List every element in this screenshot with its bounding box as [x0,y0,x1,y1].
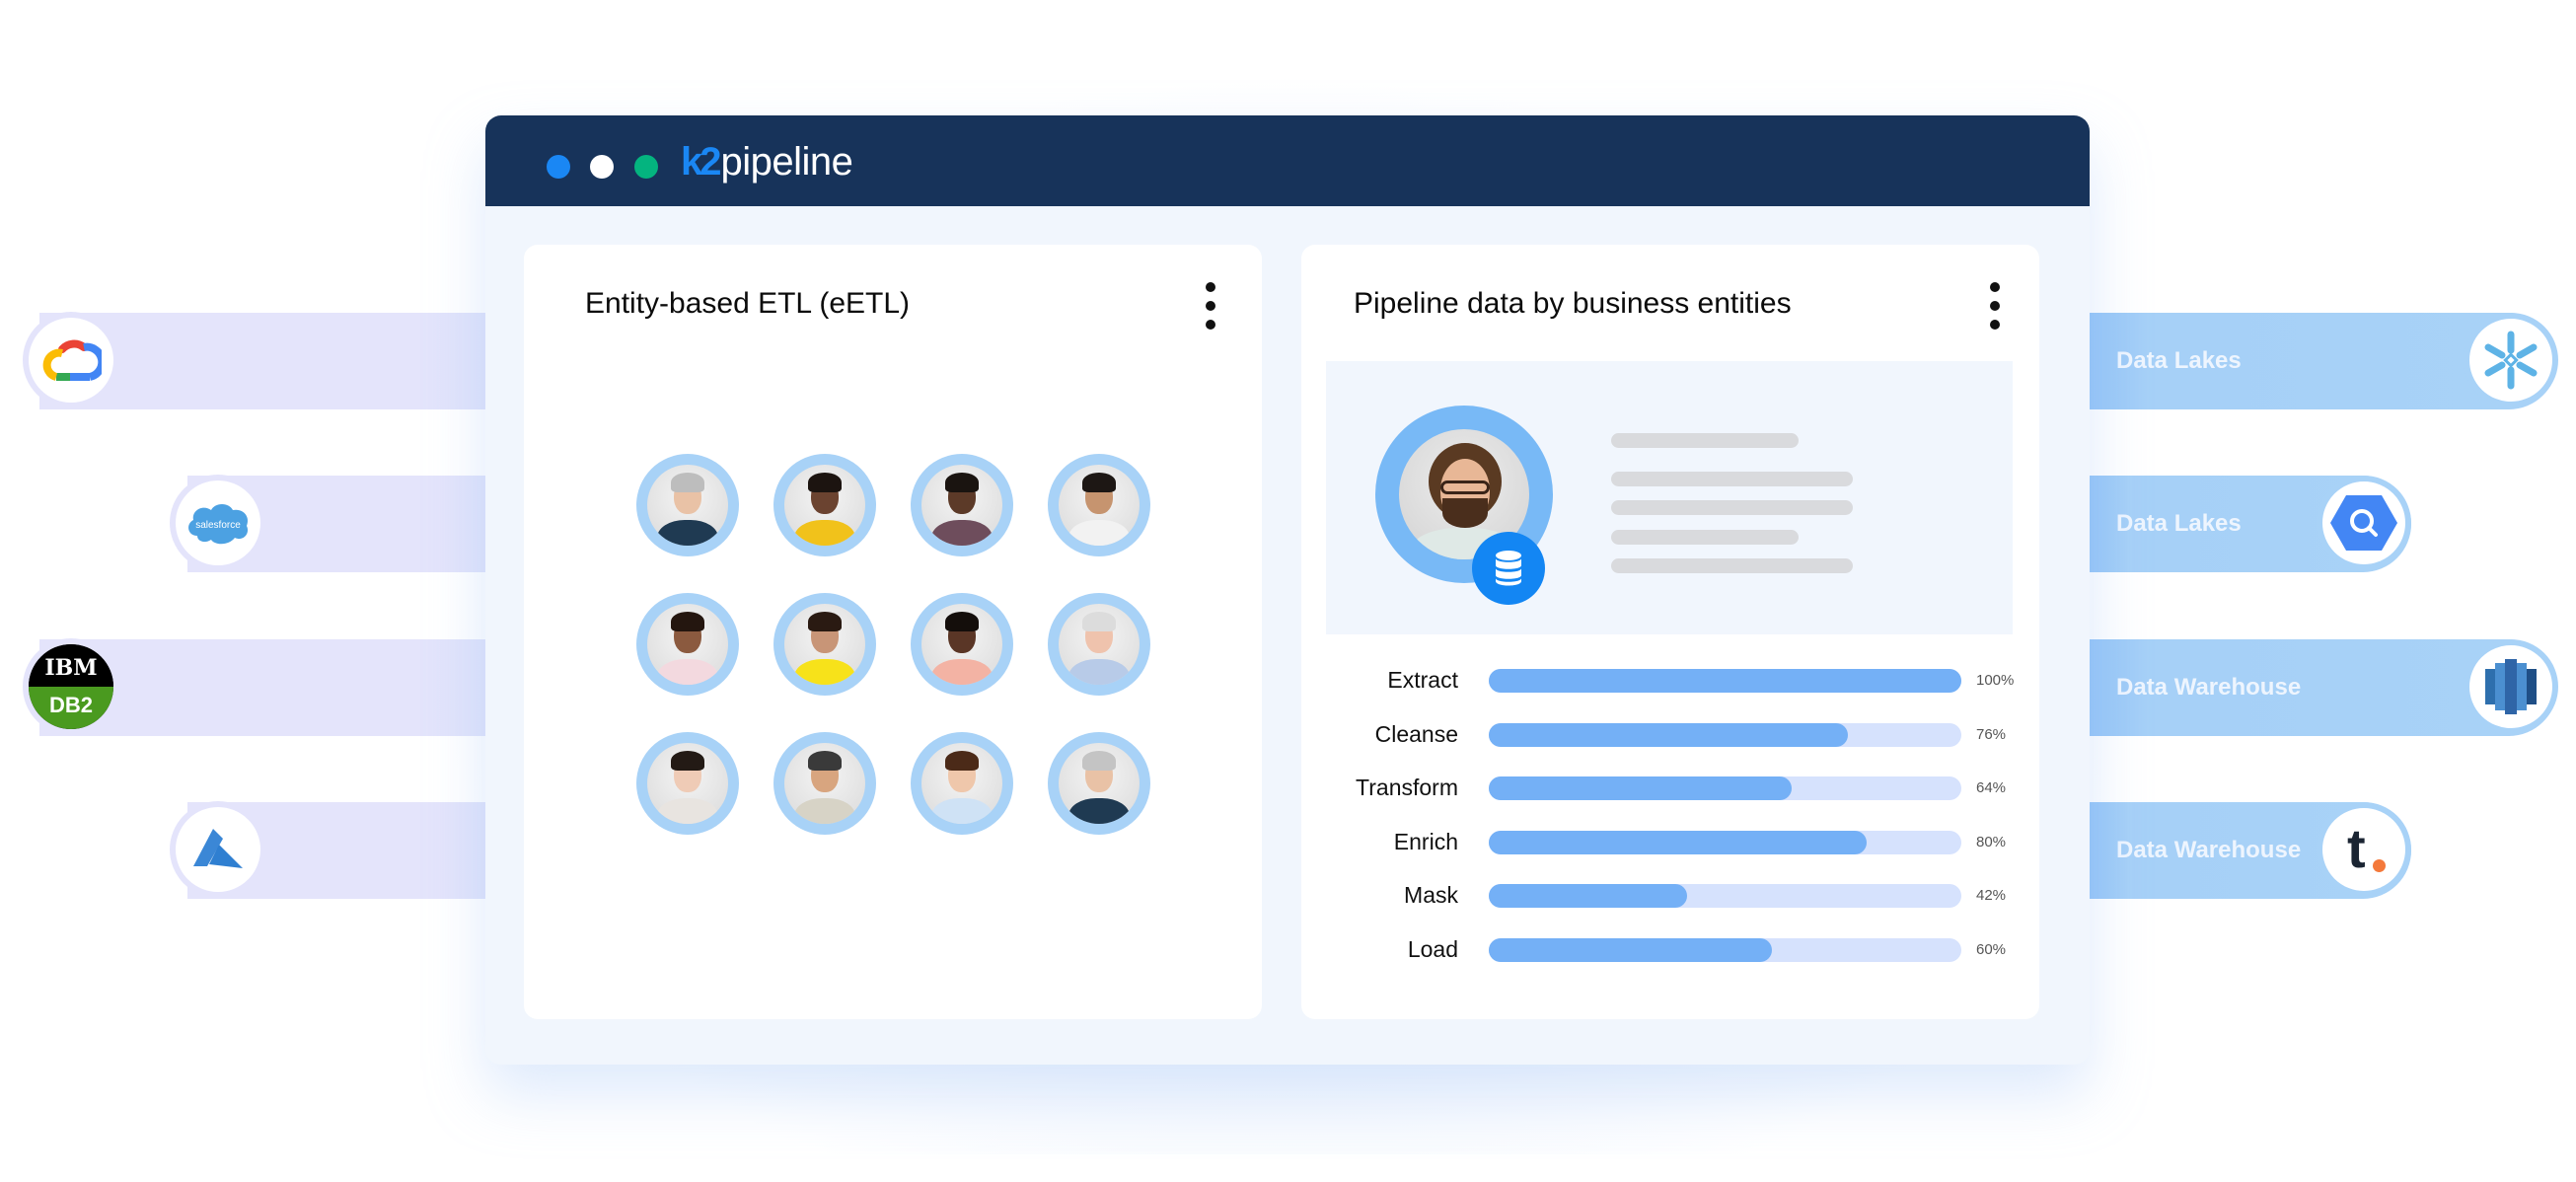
kebab-menu-icon[interactable] [1205,282,1216,330]
avatar-photo [921,743,1002,824]
window-dot-green[interactable] [634,155,658,179]
avatar-photo [784,465,865,546]
stage-label: Mask [1404,882,1458,908]
stage-label: Load [1407,935,1458,962]
stage-label: Extract [1387,667,1458,693]
brand-name: pipeline [720,140,853,184]
entity-avatar[interactable] [1048,593,1150,696]
entity-avatar[interactable] [773,454,876,556]
stage-row: Transform 64% [1301,775,2039,802]
stage-progress-fill [1489,776,1792,800]
destination-label: Data Lakes [2116,347,2242,374]
stage-progress-fill [1489,937,1773,962]
avatar-photo [1059,465,1140,546]
stage-progress-track [1489,776,1961,800]
entity-avatar[interactable] [1048,732,1150,835]
avatar-photo [647,604,728,685]
azure-icon[interactable] [170,801,266,898]
entity-avatar[interactable] [636,593,739,696]
stage-progress-track [1489,722,1961,747]
stage-row: Mask 42% [1301,882,2039,910]
bigquery-icon[interactable] [2317,476,2411,570]
entity-avatar[interactable] [773,593,876,696]
stage-row: Enrich 80% [1301,828,2039,856]
panel-title: Pipeline data by business entities [1354,287,1792,320]
entity-avatar[interactable] [1048,454,1150,556]
avatar-photo [921,465,1002,546]
stage-percent: 64% [1976,779,2007,796]
app-window: k2pipeline Entity-based ETL (eETL) Pipel… [485,115,2090,1065]
stage-progress-fill [1489,884,1688,908]
entity-avatar[interactable] [911,732,1013,835]
destination-label: Data Lakes [2116,510,2242,537]
stage-percent: 76% [1976,725,2007,743]
pipeline-entities-panel: Pipeline data by business entities Extra… [1301,245,2039,1019]
brand-prefix: k2 [681,140,721,184]
stage-progress-fill [1489,722,1849,747]
stage-progress-track [1489,884,1961,908]
salesforce-logo-text: salesforce [195,520,241,531]
stage-progress-track [1489,937,1961,962]
stage-label: Transform [1356,775,1458,800]
teradata-dot [2373,859,2386,872]
stage-progress-fill [1489,669,1961,693]
teradata-logo-text: t [2347,817,2366,879]
entity-avatar-grid [636,454,1150,835]
stage-percent: 60% [1976,940,2007,958]
db2-logo-text: DB2 [29,687,113,729]
stage-progress-fill [1489,830,1868,854]
skeleton-line [1611,500,1853,515]
eetl-panel: Entity-based ETL (eETL) [524,245,1262,1019]
window-dot-blue[interactable] [547,155,570,179]
teradata-icon[interactable]: t [2317,802,2411,897]
destination-label: Data Warehouse [2116,674,2302,701]
entity-avatar[interactable] [636,454,739,556]
avatar-photo [1059,743,1140,824]
avatar-photo [784,604,865,685]
entity-avatar[interactable] [911,454,1013,556]
google-cloud-icon[interactable] [23,312,119,408]
stage-progress-track [1489,669,1961,693]
window-dot-white[interactable] [590,155,614,179]
stage-row: Extract 100% [1301,667,2039,695]
avatar-photo [647,465,728,546]
panel-title: Entity-based ETL (eETL) [585,287,911,320]
database-icon [1472,532,1545,605]
stage-row: Load 60% [1301,935,2039,964]
avatar-photo [647,743,728,824]
kebab-menu-icon[interactable] [1989,282,2001,330]
skeleton-line [1611,530,1799,545]
ibm-logo-text: IBM [29,644,113,687]
stage-percent: 42% [1976,887,2007,904]
entity-profile-card [1326,361,2013,634]
skeleton-line [1611,558,1853,573]
avatar-photo [784,743,865,824]
avatar-photo [921,604,1002,685]
stage-label: Cleanse [1374,720,1458,747]
entity-avatar[interactable] [636,732,739,835]
entity-avatar[interactable] [911,593,1013,696]
avatar-photo [1059,604,1140,685]
skeleton-line [1611,472,1853,486]
skeleton-line [1611,433,1799,448]
snowflake-icon[interactable] [2464,313,2558,407]
destination-label: Data Warehouse [2116,837,2302,863]
stage-percent: 80% [1976,833,2007,850]
ibm-db2-icon[interactable]: IBM DB2 [23,638,119,735]
stage-percent: 100% [1976,672,2015,689]
stage-progress-track [1489,830,1961,854]
stage-label: Enrich [1393,828,1458,854]
redshift-icon[interactable] [2464,639,2558,734]
entity-avatar[interactable] [773,732,876,835]
title-bar: k2pipeline [485,115,2090,206]
salesforce-icon[interactable]: salesforce [170,475,266,571]
stage-row: Cleanse 76% [1301,720,2039,749]
brand-logo: k2pipeline [681,137,853,186]
